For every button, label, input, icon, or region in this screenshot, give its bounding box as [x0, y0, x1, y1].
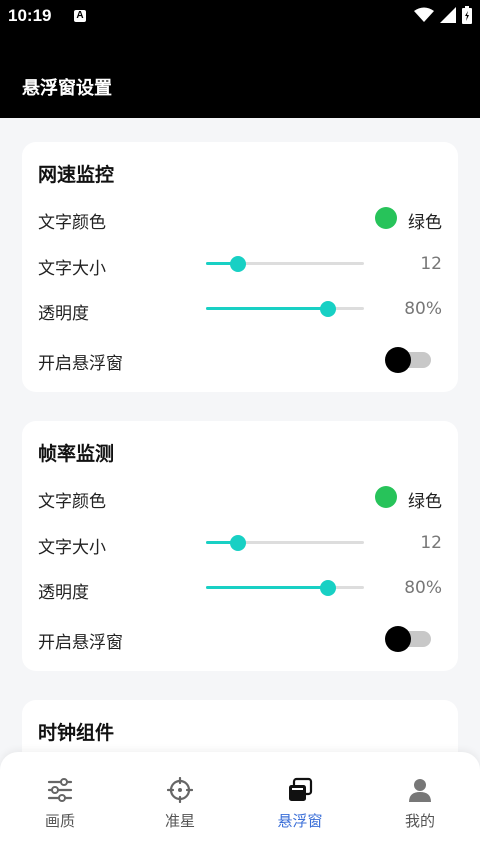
status-time: 10:19 — [8, 6, 52, 25]
slider-fill — [206, 307, 328, 310]
frame-rate-card: 帧率监测 文字颜色 绿色 文字大小 12 透明度 80% 开启悬浮窗 — [22, 421, 458, 671]
nav-label: 准星 — [164, 812, 195, 830]
text-size-slider[interactable] — [206, 255, 364, 273]
opacity-label: 透明度 — [38, 583, 89, 603]
person-icon — [409, 779, 431, 802]
opacity-label: 透明度 — [38, 304, 89, 324]
slider-thumb[interactable] — [230, 535, 246, 551]
enable-float-label: 开启悬浮窗 — [38, 633, 123, 653]
opacity-value: 80% — [404, 299, 442, 319]
floating-window-icon — [289, 777, 313, 801]
slider-thumb[interactable] — [320, 580, 336, 596]
toggle-knob — [385, 347, 411, 373]
nav-label: 画质 — [44, 812, 75, 830]
nav-label: 我的 — [404, 812, 435, 830]
app-header: 悬浮窗设置 — [0, 32, 480, 118]
opacity-value: 80% — [404, 578, 442, 598]
card-title: 帧率监测 — [38, 443, 115, 465]
card-title: 时钟组件 — [38, 722, 115, 744]
text-size-value: 12 — [420, 533, 442, 553]
enable-float-toggle[interactable] — [385, 626, 431, 652]
page-title: 悬浮窗设置 — [22, 78, 112, 99]
toggle-knob — [385, 626, 411, 652]
sliders-icon — [47, 778, 73, 802]
slider-thumb[interactable] — [320, 301, 336, 317]
nav-label: 悬浮窗 — [277, 812, 323, 830]
bottom-nav: 画质 准星 悬浮窗 我的 — [0, 752, 480, 852]
crosshair-icon — [167, 777, 193, 803]
text-color-value[interactable]: 绿色 — [408, 487, 442, 512]
text-size-label: 文字大小 — [38, 259, 106, 279]
network-speed-card: 网速监控 文字颜色 绿色 文字大小 12 透明度 80% 开启悬浮窗 — [22, 142, 458, 392]
text-color-swatch[interactable] — [375, 207, 397, 229]
battery-icon — [462, 6, 472, 24]
card-title: 网速监控 — [38, 164, 115, 186]
status-bar: 10:19 A — [0, 0, 480, 32]
text-size-value: 12 — [420, 254, 442, 274]
text-color-label: 文字颜色 — [38, 492, 106, 512]
text-color-label: 文字颜色 — [38, 213, 106, 233]
text-color-value[interactable]: 绿色 — [408, 208, 442, 233]
nav-item-floating-window[interactable]: 悬浮窗 — [260, 774, 340, 831]
wifi-icon — [414, 7, 434, 22]
opacity-slider[interactable] — [206, 579, 364, 597]
opacity-slider[interactable] — [206, 300, 364, 318]
notification-a-icon: A — [74, 10, 86, 22]
slider-fill — [206, 586, 328, 589]
signal-icon — [440, 7, 456, 23]
text-size-label: 文字大小 — [38, 538, 106, 558]
nav-item-profile[interactable]: 我的 — [380, 774, 460, 831]
nav-item-quality[interactable]: 画质 — [20, 774, 100, 831]
nav-item-crosshair[interactable]: 准星 — [140, 774, 220, 831]
enable-float-label: 开启悬浮窗 — [38, 354, 123, 374]
text-color-swatch[interactable] — [375, 486, 397, 508]
enable-float-toggle[interactable] — [385, 347, 431, 373]
text-size-slider[interactable] — [206, 534, 364, 552]
slider-thumb[interactable] — [230, 256, 246, 272]
